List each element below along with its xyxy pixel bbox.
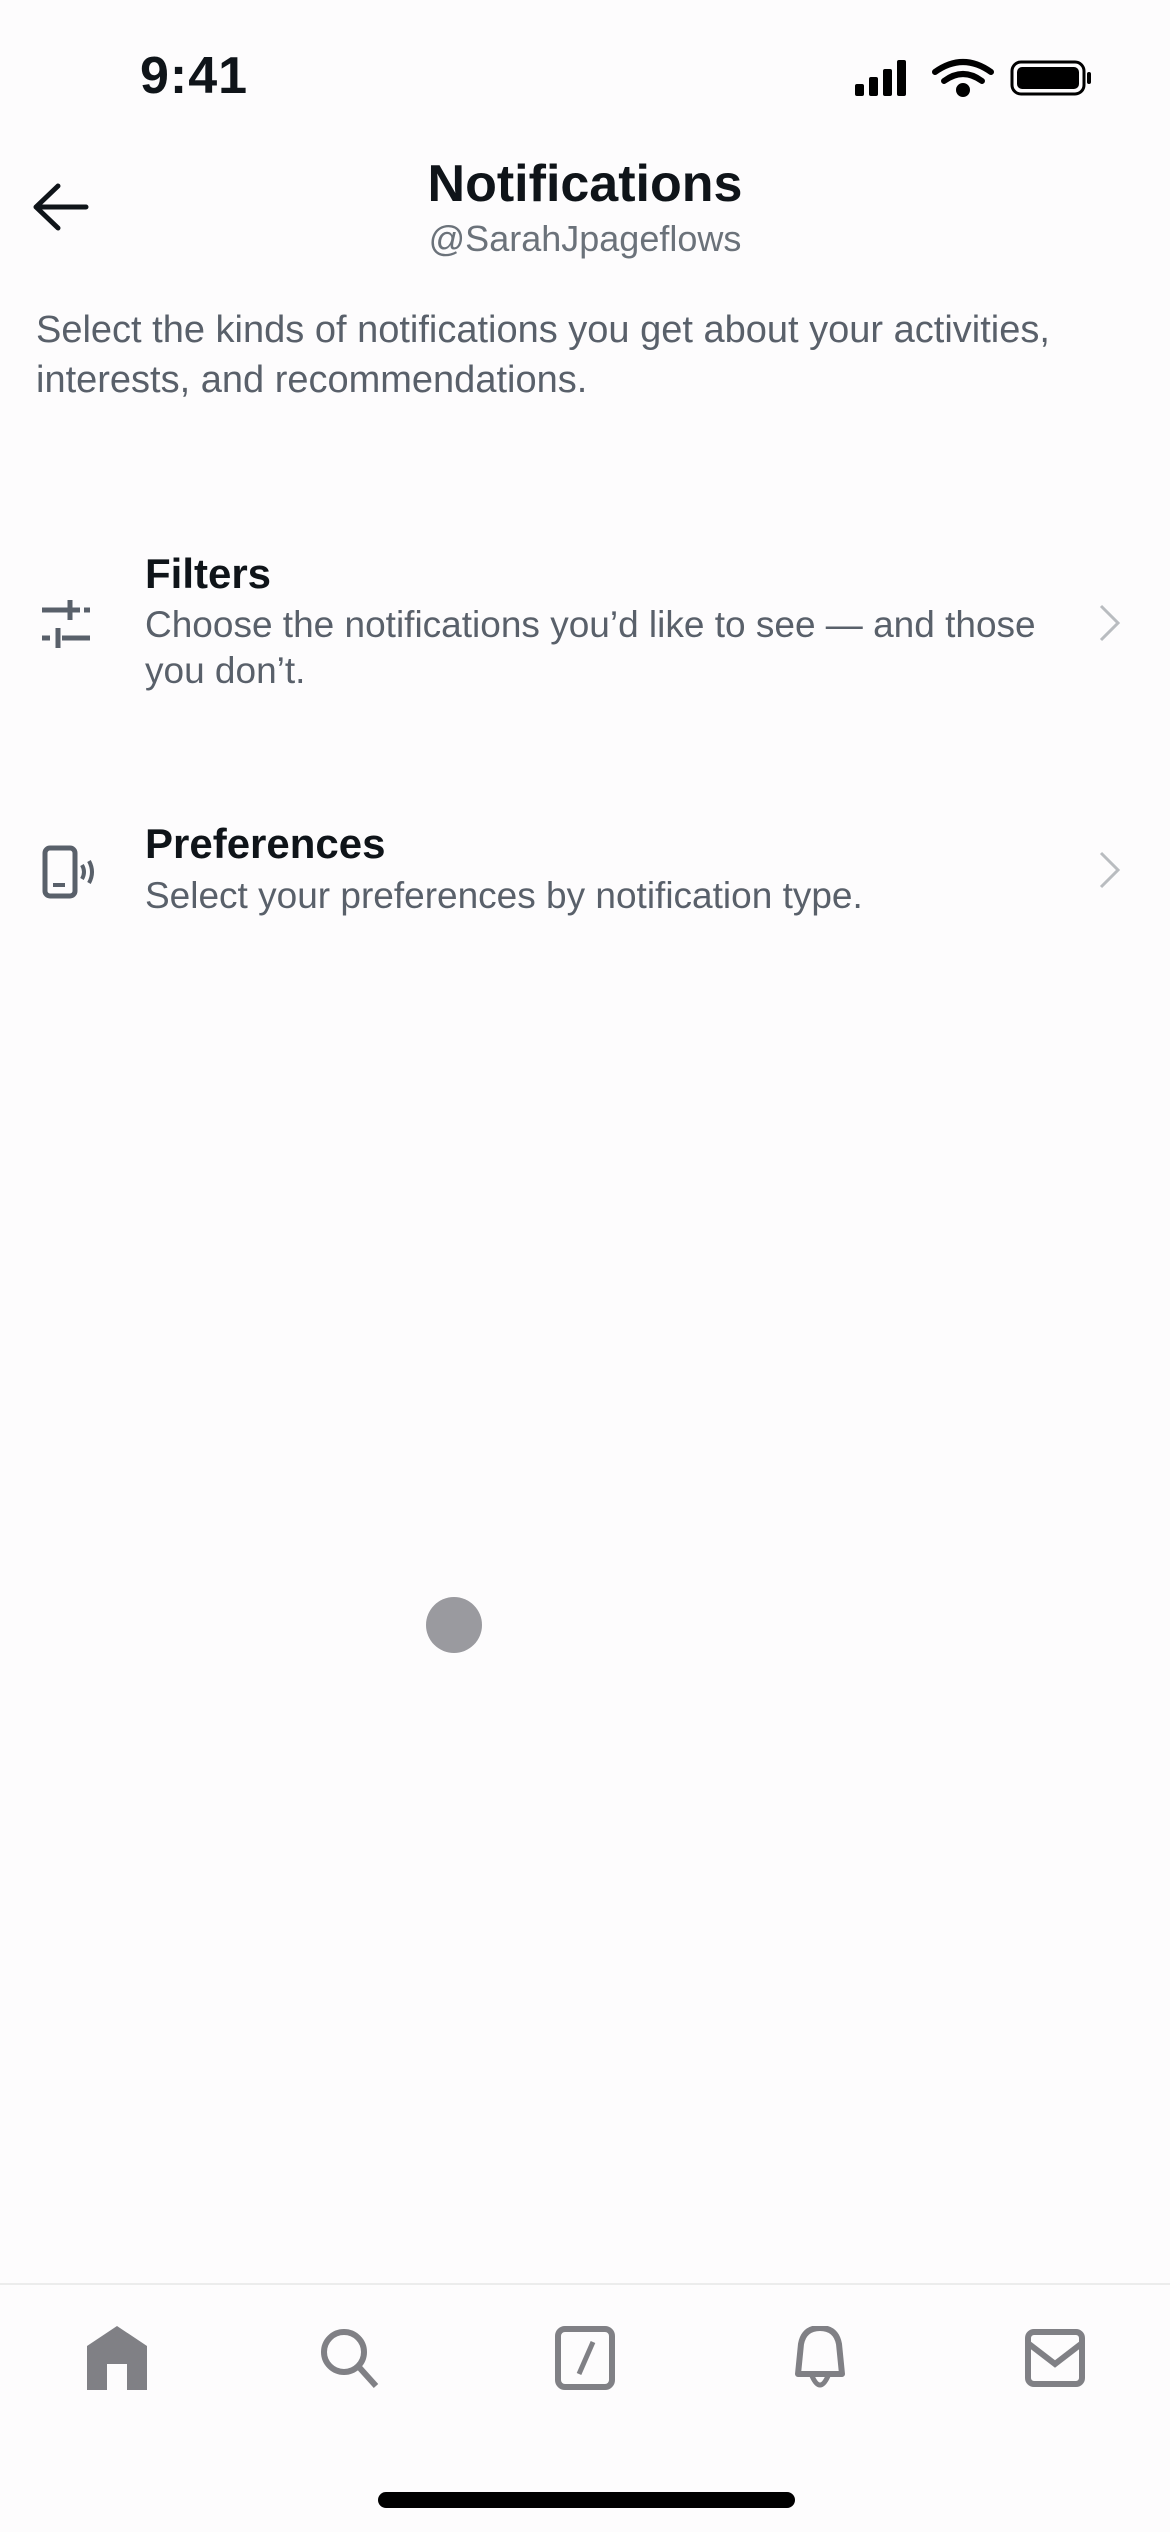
home-indicator — [378, 2492, 795, 2508]
tab-notifications[interactable] — [780, 2318, 860, 2398]
page-description: Select the kinds of notifications you ge… — [36, 309, 1050, 401]
battery-icon — [1010, 60, 1091, 96]
status-icons — [855, 59, 1091, 97]
preferences-row[interactable]: Preferences Select your preferences by n… — [0, 805, 1170, 935]
filters-title: Filters — [145, 550, 272, 597]
filters-subtitle: Choose the notifications you’d like to s… — [145, 604, 1036, 691]
filters-row[interactable]: Filters Choose the notifications you’d l… — [0, 530, 1170, 710]
search-icon — [321, 2329, 379, 2389]
tab-bar-divider — [0, 2283, 1170, 2285]
touch-indicator — [426, 1597, 482, 1653]
tab-messages[interactable] — [1015, 2318, 1095, 2398]
tab-home[interactable] — [77, 2318, 157, 2398]
account-handle: @SarahJpageflows — [428, 218, 742, 259]
preferences-title: Preferences — [145, 820, 386, 867]
preferences-subtitle: Select your preferences by notification … — [145, 875, 863, 916]
sliders-icon — [42, 600, 90, 648]
signal-icon — [855, 60, 906, 96]
chevron-right-icon — [1099, 604, 1121, 642]
tab-search[interactable] — [310, 2318, 390, 2398]
mail-icon — [1025, 2329, 1085, 2387]
compose-icon — [555, 2326, 615, 2390]
home-icon — [87, 2326, 147, 2390]
wifi-icon — [932, 59, 994, 97]
phone-vibrate-icon — [42, 845, 94, 899]
bell-icon — [795, 2326, 845, 2388]
status-time: 9:41 — [140, 47, 249, 105]
tab-compose[interactable] — [545, 2318, 625, 2398]
chevron-right-icon — [1099, 851, 1121, 889]
page-title: Notifications — [427, 155, 743, 213]
